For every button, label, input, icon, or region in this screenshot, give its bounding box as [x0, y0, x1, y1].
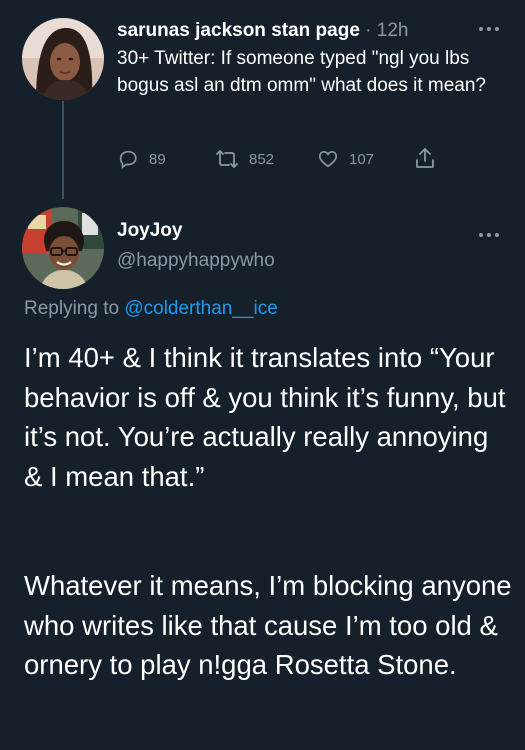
tweet1-text: 30+ Twitter: If someone typed "ngl you l… — [117, 48, 486, 96]
like-button[interactable]: 107 — [317, 148, 374, 170]
avatar-tweet1[interactable] — [22, 18, 104, 100]
retweet-count: 852 — [249, 150, 275, 168]
tweet2-author-name[interactable]: JoyJoy — [117, 220, 182, 242]
share-icon — [416, 148, 434, 168]
heart-icon — [318, 151, 338, 168]
more-horizontal-icon[interactable] — [478, 24, 500, 34]
tweet1-separator: · — [365, 20, 372, 41]
retweet-button[interactable]: 852 — [215, 148, 274, 170]
tweet2-paragraph-2: Whatever it means, I’m blocking anyone w… — [24, 570, 512, 680]
tweet1-time[interactable]: 12h — [377, 20, 409, 41]
tweet1-actions: 89 852 107 — [117, 148, 457, 170]
replying-to-prefix: Replying to — [24, 298, 120, 319]
avatar-tweet2[interactable] — [22, 207, 104, 289]
reply-button[interactable]: 89 — [117, 148, 166, 170]
thread-line — [62, 101, 64, 199]
share-button[interactable] — [414, 146, 446, 170]
tweet1-header: sarunas jackson stan page · 12h — [117, 18, 408, 44]
tweet2-paragraph-1: I’m 40+ & I think it translates into “Yo… — [24, 342, 506, 492]
replying-to: Replying to @colderthan__ice — [24, 298, 278, 320]
like-count: 107 — [349, 150, 375, 168]
tweet2-handle[interactable]: @happyhappywho — [117, 250, 275, 272]
more-horizontal-icon[interactable] — [478, 230, 500, 240]
reply-count: 89 — [149, 150, 166, 168]
replying-to-link[interactable]: @colderthan__ice — [124, 298, 277, 319]
retweet-icon — [216, 150, 238, 168]
tweet1-author-name[interactable]: sarunas jackson stan page — [117, 20, 360, 41]
reply-icon — [119, 150, 137, 169]
